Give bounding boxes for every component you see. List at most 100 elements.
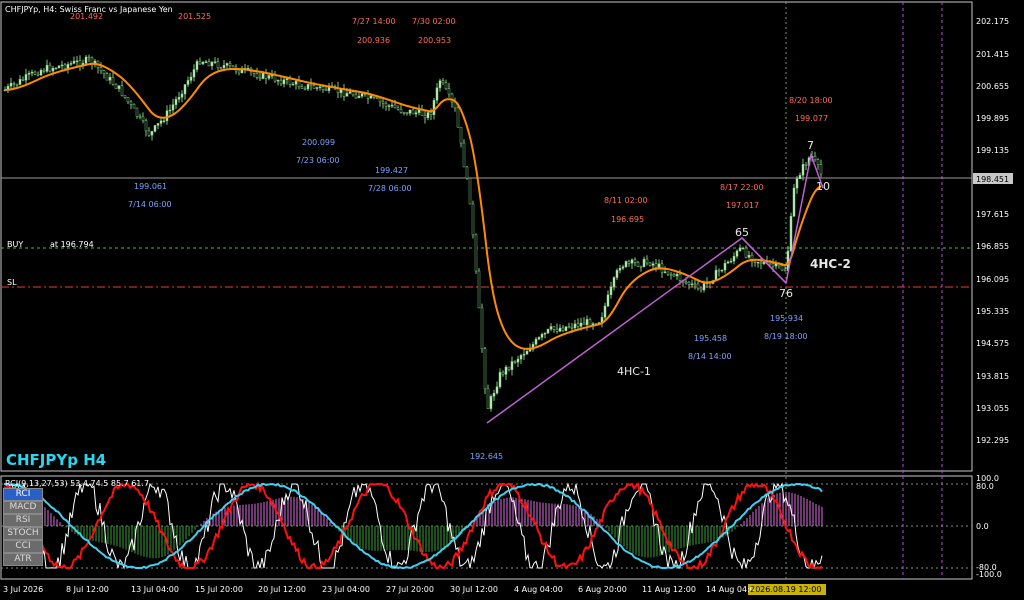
candle-body (561, 327, 565, 331)
candle-body (465, 166, 469, 179)
candle-body (48, 64, 52, 72)
candle-body (408, 109, 412, 114)
candle-body (744, 247, 748, 258)
rci-button[interactable]: RCI (3, 488, 43, 501)
buy-label: BUY (7, 240, 24, 249)
candle-body (435, 87, 439, 101)
candle-body (759, 261, 763, 264)
candle-body (129, 101, 133, 105)
atr-button[interactable]: ATR (3, 553, 43, 566)
cci-button[interactable]: CCI (3, 540, 43, 553)
candle-body (378, 98, 382, 103)
candle-body (540, 333, 544, 338)
candle-body (78, 60, 82, 66)
candle-body (105, 73, 109, 81)
candle-body (480, 307, 484, 349)
indicator-tick: -100.0 (976, 570, 1002, 579)
candle-body (504, 366, 508, 375)
candle-body (150, 131, 154, 136)
annotation: 8/19 18:00 (764, 332, 808, 341)
annotation: 8/14 14:00 (688, 352, 732, 361)
candle-body (354, 94, 358, 99)
candle-body (69, 63, 73, 65)
candle-body (729, 260, 733, 263)
candle-body (132, 104, 136, 109)
candle-body (498, 372, 502, 388)
candle-body (405, 112, 409, 114)
candle-body (792, 187, 796, 217)
price-tick: 196.095 (976, 275, 1010, 284)
candle-body (738, 247, 742, 252)
macd-button[interactable]: MACD (3, 501, 43, 514)
candle-body (54, 67, 58, 70)
candle-body (771, 263, 775, 267)
candle-body (45, 64, 49, 72)
time-tick: 3 Jul 2026 (3, 585, 44, 594)
candle-body (396, 107, 400, 110)
candle-body (267, 75, 271, 79)
wave-label: 76 (779, 287, 793, 300)
candle-body (477, 270, 481, 309)
annotation: 8/20 18:00 (789, 96, 833, 105)
candle-body (360, 93, 364, 97)
chart-window[interactable] (0, 0, 1024, 600)
price-tick: 200.655 (976, 82, 1010, 91)
candle-body (27, 73, 31, 75)
candle-body (438, 80, 442, 89)
candle-body (627, 261, 631, 264)
candle-body (648, 262, 652, 266)
candle-body (168, 109, 172, 112)
candle-body (414, 112, 418, 115)
candle-body (165, 110, 169, 121)
candle-body (645, 258, 649, 264)
candle-body (699, 287, 703, 291)
candle-body (684, 281, 688, 284)
candle-body (588, 319, 592, 327)
candle-body (789, 215, 793, 252)
candle-body (210, 61, 214, 67)
time-tick: 11 Aug 12:00 (642, 585, 696, 594)
candle-body (609, 286, 613, 296)
candle-body (9, 82, 13, 87)
annotation: 8/17 22:00 (720, 183, 764, 192)
candle-body (351, 91, 355, 96)
candle-body (489, 396, 493, 409)
candle-body (324, 89, 328, 91)
candle-body (228, 63, 232, 66)
candle-body (36, 73, 40, 76)
candle-body (291, 83, 295, 86)
rsi-button[interactable]: RSI (3, 514, 43, 527)
candle-body (345, 93, 349, 97)
price-tick: 197.615 (976, 210, 1010, 219)
candle-body (702, 283, 706, 291)
candle-body (213, 61, 217, 63)
candle-body (720, 269, 724, 272)
current-price: 198.451 (976, 175, 1010, 184)
stoch-button[interactable]: STOCH (3, 527, 43, 540)
candle-body (312, 85, 316, 89)
candle-body (114, 84, 118, 89)
candle-body (108, 76, 112, 81)
candle-body (567, 326, 571, 328)
candle-body (522, 354, 526, 356)
candle-body (144, 120, 148, 132)
candle-body (183, 84, 187, 95)
annotation: 7/14 06:00 (128, 200, 172, 209)
price-tick: 192.295 (976, 436, 1010, 445)
time-tick: 13 Jul 04:00 (131, 585, 179, 594)
candle-body (111, 76, 115, 85)
candle-body (120, 85, 124, 96)
sl-label: SL (7, 278, 17, 287)
annotation: 201.492 (70, 12, 104, 21)
candle-body (222, 65, 226, 69)
candle-body (39, 69, 43, 76)
candle-body (117, 85, 121, 89)
annotation: 200.099 (302, 138, 336, 147)
candle-body (636, 262, 640, 267)
candle-body (426, 112, 430, 119)
candle-body (555, 329, 559, 332)
candle-body (399, 108, 403, 113)
time-tick: 20 Jul 12:00 (258, 585, 306, 594)
candle-body (153, 125, 157, 132)
main-chart-area[interactable] (0, 1, 973, 472)
